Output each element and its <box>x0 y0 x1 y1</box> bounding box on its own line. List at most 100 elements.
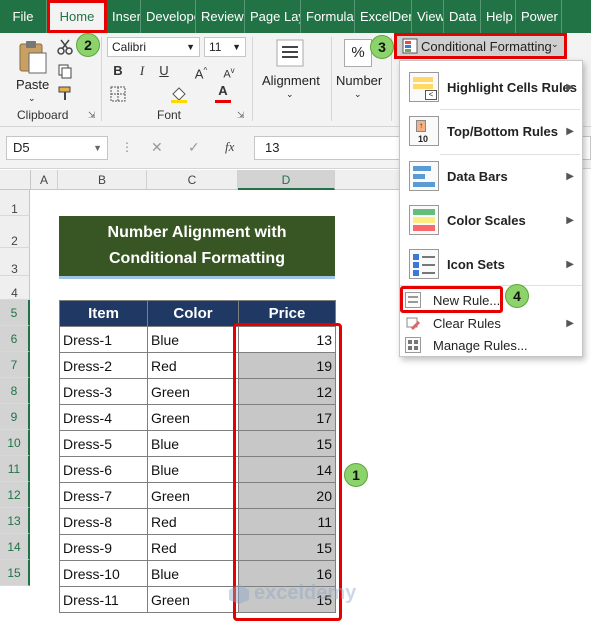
row-header-4[interactable]: 4 <box>0 276 30 300</box>
font-size-increase-button[interactable]: A^ <box>190 61 212 81</box>
column-header-b[interactable]: B <box>58 170 147 190</box>
cancel-icon[interactable]: ✕ <box>151 139 163 156</box>
price-cell[interactable]: 11 <box>238 508 336 535</box>
color-cell[interactable]: Green <box>147 586 239 613</box>
menu-item-color-scales[interactable]: Color Scales ▶ <box>400 201 582 239</box>
color-cell[interactable]: Red <box>147 534 239 561</box>
row-header-10[interactable]: 10 <box>0 430 30 456</box>
item-cell[interactable]: Dress-7 <box>59 482 148 509</box>
header-item[interactable]: Item <box>59 300 148 327</box>
copy-icon[interactable] <box>57 63 73 79</box>
report-title-line-1: Number Alignment with <box>107 224 287 241</box>
item-cell[interactable]: Dress-10 <box>59 560 148 587</box>
font-size-value: 11 <box>209 40 222 54</box>
item-cell[interactable]: Dress-5 <box>59 430 148 457</box>
row-header-8[interactable]: 8 <box>0 378 30 404</box>
color-cell[interactable]: Red <box>147 508 239 535</box>
enter-icon[interactable]: ✓ <box>188 139 200 156</box>
row-header-14[interactable]: 14 <box>0 534 30 560</box>
tab-excelder[interactable]: ExcelDer <box>355 0 412 33</box>
price-cell[interactable]: 17 <box>238 404 336 431</box>
font-name-select[interactable]: Calibri ▼ <box>107 37 200 57</box>
tab-file[interactable]: File <box>0 0 47 33</box>
paste-button[interactable]: Paste ⌄ <box>10 37 54 103</box>
font-size-decrease-button[interactable]: Av <box>218 61 240 81</box>
header-color[interactable]: Color <box>147 300 239 327</box>
alignment-button[interactable]: Alignment ⌄ <box>258 37 324 119</box>
menu-item-icon-sets[interactable]: Icon Sets ▶ <box>400 245 582 283</box>
price-cell[interactable]: 15 <box>238 534 336 561</box>
row-header-5[interactable]: 5 <box>0 300 30 326</box>
color-cell[interactable]: Blue <box>147 430 239 457</box>
insert-function-icon[interactable]: fx <box>225 139 234 155</box>
row-header-11[interactable]: 11 <box>0 456 30 482</box>
fill-color-icon[interactable] <box>170 85 188 103</box>
font-color-icon[interactable]: A <box>214 83 232 103</box>
tab-review[interactable]: Review <box>196 0 245 33</box>
row-header-12[interactable]: 12 <box>0 482 30 508</box>
tab-formulas[interactable]: Formulas <box>301 0 355 33</box>
color-cell[interactable]: Blue <box>147 456 239 483</box>
menu-item-manage-rules[interactable]: Manage Rules... <box>400 334 582 356</box>
italic-button[interactable]: I <box>131 61 153 81</box>
menu-item-new-rule[interactable]: New Rule... <box>400 286 582 313</box>
row-header-15[interactable]: 15 <box>0 560 30 586</box>
tab-page-lay[interactable]: Page Lay <box>245 0 301 33</box>
tab-develope[interactable]: Develope <box>141 0 196 33</box>
item-cell[interactable]: Dress-9 <box>59 534 148 561</box>
menu-item-highlight-cells-rules[interactable]: < Highlight Cells Rules ▶ <box>400 69 582 105</box>
item-cell[interactable]: Dress-4 <box>59 404 148 431</box>
row-header-6[interactable]: 6 <box>0 326 30 352</box>
underline-button[interactable]: U <box>153 61 175 81</box>
select-all-corner[interactable] <box>0 170 31 190</box>
color-cell[interactable]: Blue <box>147 326 239 353</box>
item-cell[interactable]: Dress-8 <box>59 508 148 535</box>
format-painter-icon[interactable] <box>57 85 73 101</box>
price-cell[interactable]: 15 <box>238 430 336 457</box>
item-cell[interactable]: Dress-11 <box>59 586 148 613</box>
row-header-7[interactable]: 7 <box>0 352 30 378</box>
borders-icon[interactable] <box>110 86 126 102</box>
menu-item-clear-rules[interactable]: Clear Rules ▶ <box>400 312 582 334</box>
color-cell[interactable]: Green <box>147 378 239 405</box>
dialog-launcher-icon[interactable]: ⇲ <box>88 110 96 121</box>
color-scales-icon <box>409 205 439 235</box>
row-header-2[interactable]: 2 <box>0 216 30 248</box>
price-cell[interactable]: 12 <box>238 378 336 405</box>
header-price[interactable]: Price <box>238 300 336 327</box>
cut-icon[interactable] <box>57 39 73 55</box>
tab-home[interactable]: Home <box>47 0 107 33</box>
price-cell[interactable]: 13 <box>238 326 336 353</box>
price-cell[interactable]: 20 <box>238 482 336 509</box>
column-header-e[interactable] <box>335 170 399 190</box>
price-cell[interactable]: 14 <box>238 456 336 483</box>
row-header-1[interactable]: 1 <box>0 190 30 216</box>
column-header-a[interactable]: A <box>31 170 58 190</box>
item-cell[interactable]: Dress-6 <box>59 456 148 483</box>
row-header-3[interactable]: 3 <box>0 248 30 276</box>
font-size-select[interactable]: 11 ▼ <box>204 37 246 57</box>
menu-item-data-bars[interactable]: Data Bars ▶ <box>400 157 582 195</box>
menu-item-top-bottom-rules[interactable]: ↑ 10 Top/Bottom Rules ▶ <box>400 112 582 150</box>
tab-insert[interactable]: Insert <box>107 0 141 33</box>
color-cell[interactable]: Blue <box>147 560 239 587</box>
color-cell[interactable]: Green <box>147 482 239 509</box>
row-header-9[interactable]: 9 <box>0 404 30 430</box>
item-cell[interactable]: Dress-1 <box>59 326 148 353</box>
tab-help[interactable]: Help <box>481 0 516 33</box>
name-box[interactable]: D5 ▼ <box>6 136 108 160</box>
tab-data[interactable]: Data <box>444 0 481 33</box>
item-cell[interactable]: Dress-3 <box>59 378 148 405</box>
bold-button[interactable]: B <box>107 61 129 81</box>
item-cell[interactable]: Dress-2 <box>59 352 148 379</box>
price-cell[interactable]: 19 <box>238 352 336 379</box>
color-cell[interactable]: Red <box>147 352 239 379</box>
column-header-d[interactable]: D <box>238 170 335 190</box>
tab-power-pi[interactable]: Power Pi <box>516 0 562 33</box>
tab-view[interactable]: View <box>412 0 444 33</box>
conditional-formatting-button[interactable]: Conditional Formatting ⌄ <box>394 33 567 59</box>
column-header-c[interactable]: C <box>147 170 238 190</box>
row-header-13[interactable]: 13 <box>0 508 30 534</box>
color-cell[interactable]: Green <box>147 404 239 431</box>
dialog-launcher-icon[interactable]: ⇲ <box>237 110 245 121</box>
